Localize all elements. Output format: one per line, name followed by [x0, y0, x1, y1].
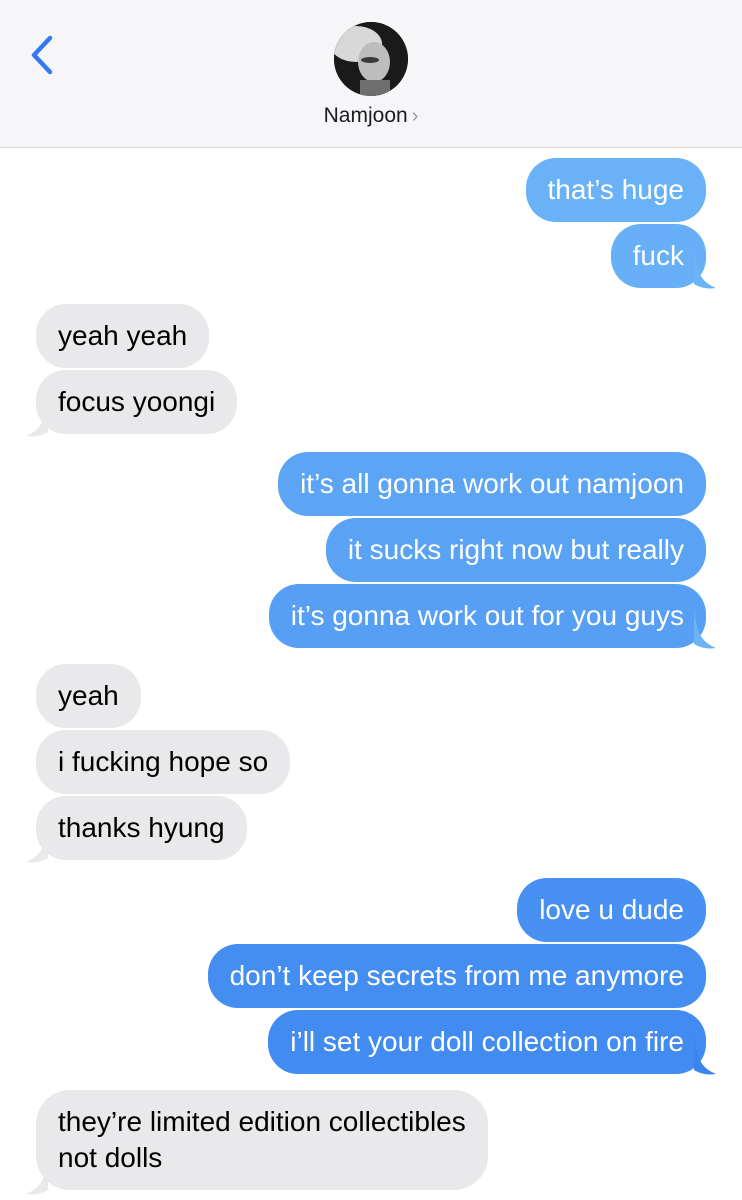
incoming-message[interactable]: focus yoongi — [36, 370, 238, 434]
chevron-left-icon — [31, 35, 53, 75]
incoming-message[interactable]: thanks hyung — [36, 796, 247, 860]
incoming-message[interactable]: they’re limited edition collectibles not… — [36, 1090, 488, 1190]
outgoing-message[interactable]: that’s huge — [525, 158, 706, 222]
bubble-tail — [26, 820, 48, 863]
bubble-tail — [26, 394, 48, 437]
contact-name-button[interactable]: Namjoon › — [0, 104, 742, 128]
avatar-photo — [334, 22, 408, 96]
outgoing-message[interactable]: don’t keep secrets from me anymore — [207, 944, 706, 1008]
bubble-tail — [694, 1032, 716, 1075]
back-button[interactable] — [22, 30, 66, 80]
bubble-tail — [26, 1152, 48, 1195]
outgoing-message[interactable]: i’ll set your doll collection on fire — [268, 1010, 706, 1074]
incoming-message[interactable]: yeah yeah — [36, 304, 210, 368]
contact-avatar[interactable] — [334, 22, 408, 96]
bubble-tail — [694, 606, 716, 649]
outgoing-message[interactable]: love u dude — [517, 878, 706, 942]
outgoing-message[interactable]: fuck — [610, 224, 706, 288]
incoming-message[interactable]: yeah — [36, 664, 141, 728]
outgoing-message[interactable]: it sucks right now but really — [325, 518, 706, 582]
outgoing-message[interactable]: it’s all gonna work out namjoon — [278, 452, 706, 516]
conversation-header: Namjoon › — [0, 0, 742, 148]
contact-name: Namjoon — [323, 104, 408, 127]
bubble-tail — [694, 246, 716, 289]
message-thread[interactable]: that’s huge fuck yeah yeah focus yoongi … — [0, 148, 742, 1200]
outgoing-message[interactable]: it’s gonna work out for you guys — [268, 584, 706, 648]
incoming-message[interactable]: i fucking hope so — [36, 730, 291, 794]
chevron-right-icon: › — [411, 105, 419, 127]
